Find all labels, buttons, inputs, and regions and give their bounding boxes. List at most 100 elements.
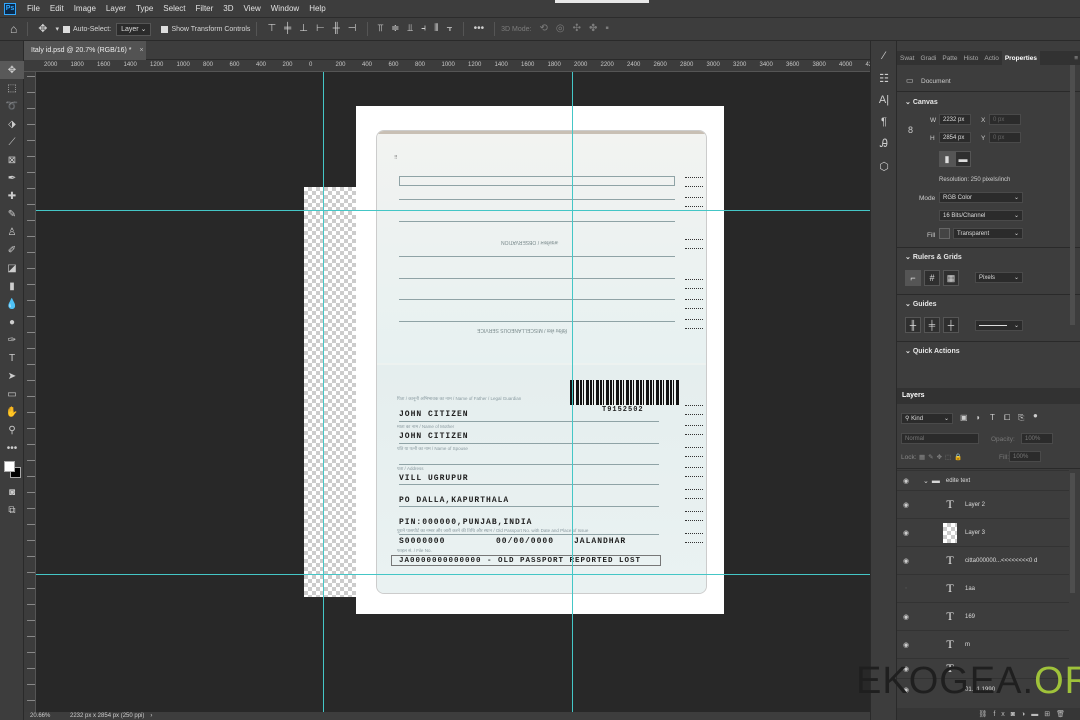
more-options-icon[interactable]: ••• <box>474 24 485 34</box>
hand-tool-icon[interactable]: ✋ <box>0 403 24 421</box>
horizontal-guide[interactable] <box>36 574 870 575</box>
visibility-hidden-icon[interactable]: ▫ <box>897 585 915 592</box>
align-left-icon[interactable]: ⊢ <box>316 24 325 34</box>
tab-patterns[interactable]: Patte <box>939 55 960 62</box>
object-select-tool-icon[interactable]: ⬗ <box>0 115 24 133</box>
3d-icon[interactable]: ⬡ <box>871 155 897 177</box>
adjustment-layer-icon[interactable]: ◑ <box>1021 711 1031 718</box>
layer-row[interactable]: ◉ T m <box>897 630 1069 658</box>
3d-pan-icon[interactable]: ✣ <box>573 24 581 34</box>
glyphs-icon[interactable]: Ꭿ <box>871 133 897 155</box>
trash-icon[interactable]: 🗑 <box>1056 710 1071 718</box>
layer-row[interactable]: ◉ T citta000000...<<<<<<<<0 d <box>897 546 1069 574</box>
new-group-icon[interactable]: ▬ <box>1031 711 1044 718</box>
eyedropper-tool-icon[interactable]: ✒ <box>0 169 24 187</box>
frame-tool-icon[interactable]: ⊠ <box>0 151 24 169</box>
chevron-down-icon[interactable]: ⌄ <box>923 477 929 485</box>
passport-page-image[interactable]: ⠿ अवलोकन / OBSERVATION विविध सेवा / MISC… <box>376 130 707 594</box>
canvas-section-title[interactable]: ⌄ Canvas <box>905 98 938 106</box>
color-swatches[interactable] <box>0 457 23 483</box>
ruler-units-dropdown[interactable]: Pixels ⌄ <box>975 272 1023 283</box>
visibility-eye-icon[interactable]: ◉ <box>897 641 915 649</box>
align-horizontal-center-icon[interactable]: ╫ <box>333 24 340 34</box>
character-icon[interactable]: A| <box>871 89 897 111</box>
guides-icon[interactable]: ╫ <box>905 317 921 333</box>
tab-actions[interactable]: Actio <box>981 55 1001 62</box>
quick-mask-icon[interactable]: ◙ <box>0 483 24 501</box>
guides-section-title[interactable]: ⌄ Guides <box>905 300 937 308</box>
visibility-eye-icon[interactable]: ◉ <box>897 501 915 509</box>
menu-window[interactable]: Window <box>266 4 304 13</box>
3d-roll-icon[interactable]: ◎ <box>556 24 565 34</box>
history-brush-tool-icon[interactable]: ✐ <box>0 241 24 259</box>
healing-brush-tool-icon[interactable]: ✚ <box>0 187 24 205</box>
document-size[interactable]: 2232 px x 2854 px (250 ppi) <box>70 713 144 719</box>
marquee-tool-icon[interactable]: ⬚ <box>0 79 24 97</box>
3d-rotate-icon[interactable]: ⟲ <box>540 24 548 34</box>
adjustments-icon[interactable]: ☷ <box>871 67 897 89</box>
filter-adjustment-icon[interactable]: ◑ <box>975 413 980 422</box>
filter-smart-object-icon[interactable]: ⎘ <box>1018 413 1024 423</box>
close-tab-icon[interactable]: × <box>139 47 143 54</box>
pixel-grid-icon[interactable]: ▦ <box>943 270 959 286</box>
rectangle-tool-icon[interactable]: ▭ <box>0 385 24 403</box>
filter-pixel-icon[interactable]: ▣ <box>960 413 968 422</box>
tab-swatches[interactable]: Swat <box>897 55 917 62</box>
auto-select-checkbox[interactable] <box>62 25 70 33</box>
filter-type-icon[interactable]: T <box>990 413 995 422</box>
zoom-level[interactable]: 20.66% <box>30 713 70 719</box>
layer-mask-icon[interactable]: ◙ <box>1011 711 1021 718</box>
3d-scale-icon[interactable]: ▪ <box>605 24 609 34</box>
width-field[interactable]: 2232 px <box>939 114 971 125</box>
brush-tool-icon[interactable]: ✎ <box>0 205 24 223</box>
menu-type[interactable]: Type <box>131 4 158 13</box>
layers-scrollbar[interactable] <box>1070 473 1075 593</box>
align-top-icon[interactable]: ⊤ <box>267 24 276 34</box>
visibility-eye-icon[interactable]: ◉ <box>897 529 915 537</box>
pen-tool-icon[interactable]: ✑ <box>0 331 24 349</box>
guides-from-shape-icon[interactable]: ┼ <box>943 317 959 333</box>
document-canvas[interactable]: ⠿ अवलोकन / OBSERVATION विविध सेवा / MISC… <box>356 106 724 614</box>
zoom-tool-icon[interactable]: ⚲ <box>0 421 24 439</box>
horizontal-guide[interactable] <box>36 210 870 211</box>
crop-tool-icon[interactable]: ⟋ <box>0 133 24 151</box>
menu-3d[interactable]: 3D <box>218 4 238 13</box>
move-tool-icon[interactable]: ✥ <box>0 61 24 79</box>
layer-filter-dropdown[interactable]: ⚲ Kind ⌄ <box>901 413 953 424</box>
layer-row[interactable]: ◉ T Layer 2 <box>897 490 1069 518</box>
tab-gradients[interactable]: Gradi <box>917 55 939 62</box>
lock-options-icon[interactable]: ▦✎✥⬚🔒 <box>919 453 965 461</box>
dodge-tool-icon[interactable]: ● <box>0 313 24 331</box>
photoshop-logo-icon[interactable]: Ps <box>4 2 16 15</box>
y-field[interactable]: 0 px <box>989 132 1021 143</box>
filter-toggle-icon[interactable]: ● <box>1033 411 1038 420</box>
portrait-orientation-icon[interactable]: ▮ <box>939 151 955 167</box>
auto-select-dropdown[interactable]: Layer ⌄ <box>116 22 152 36</box>
distribute-right-icon[interactable]: ⫟ <box>447 24 453 34</box>
distribute-hcenter-icon[interactable]: ⦀ <box>434 24 438 34</box>
type-tool-icon[interactable]: T <box>0 349 24 367</box>
edit-toolbar-icon[interactable]: ••• <box>0 439 24 457</box>
menu-select[interactable]: Select <box>158 4 190 13</box>
home-icon[interactable]: ⌂ <box>10 23 17 35</box>
path-selection-tool-icon[interactable]: ➤ <box>0 367 24 385</box>
layer-style-icon[interactable]: fx <box>993 711 1010 718</box>
distribute-left-icon[interactable]: ⫞ <box>421 24 426 34</box>
fill-opacity-field[interactable]: 100% <box>1009 451 1041 462</box>
paragraph-icon[interactable]: ¶ <box>871 111 897 133</box>
new-layer-icon[interactable]: ⊞ <box>1044 710 1056 718</box>
3d-slide-icon[interactable]: ✤ <box>589 24 597 34</box>
tab-histogram[interactable]: Histo <box>961 55 982 62</box>
link-icon[interactable]: 8 <box>908 125 913 135</box>
opacity-field[interactable]: 100% <box>1021 433 1053 444</box>
align-vertical-center-icon[interactable]: ╪ <box>284 24 291 34</box>
guide-style-dropdown[interactable]: ⌄ <box>975 320 1023 331</box>
vertical-guide[interactable] <box>323 72 324 712</box>
layers-title[interactable]: Layers <box>902 392 925 399</box>
layer-row[interactable]: ◉ T 169 <box>897 602 1069 630</box>
move-tool-icon[interactable]: ✥ <box>38 23 47 35</box>
quick-actions-section-title[interactable]: ⌄ Quick Actions <box>905 347 960 355</box>
grid-icon[interactable]: # <box>924 270 940 286</box>
landscape-orientation-icon[interactable]: ▬ <box>955 151 971 167</box>
distribute-bottom-icon[interactable]: ⫫ <box>408 24 414 34</box>
